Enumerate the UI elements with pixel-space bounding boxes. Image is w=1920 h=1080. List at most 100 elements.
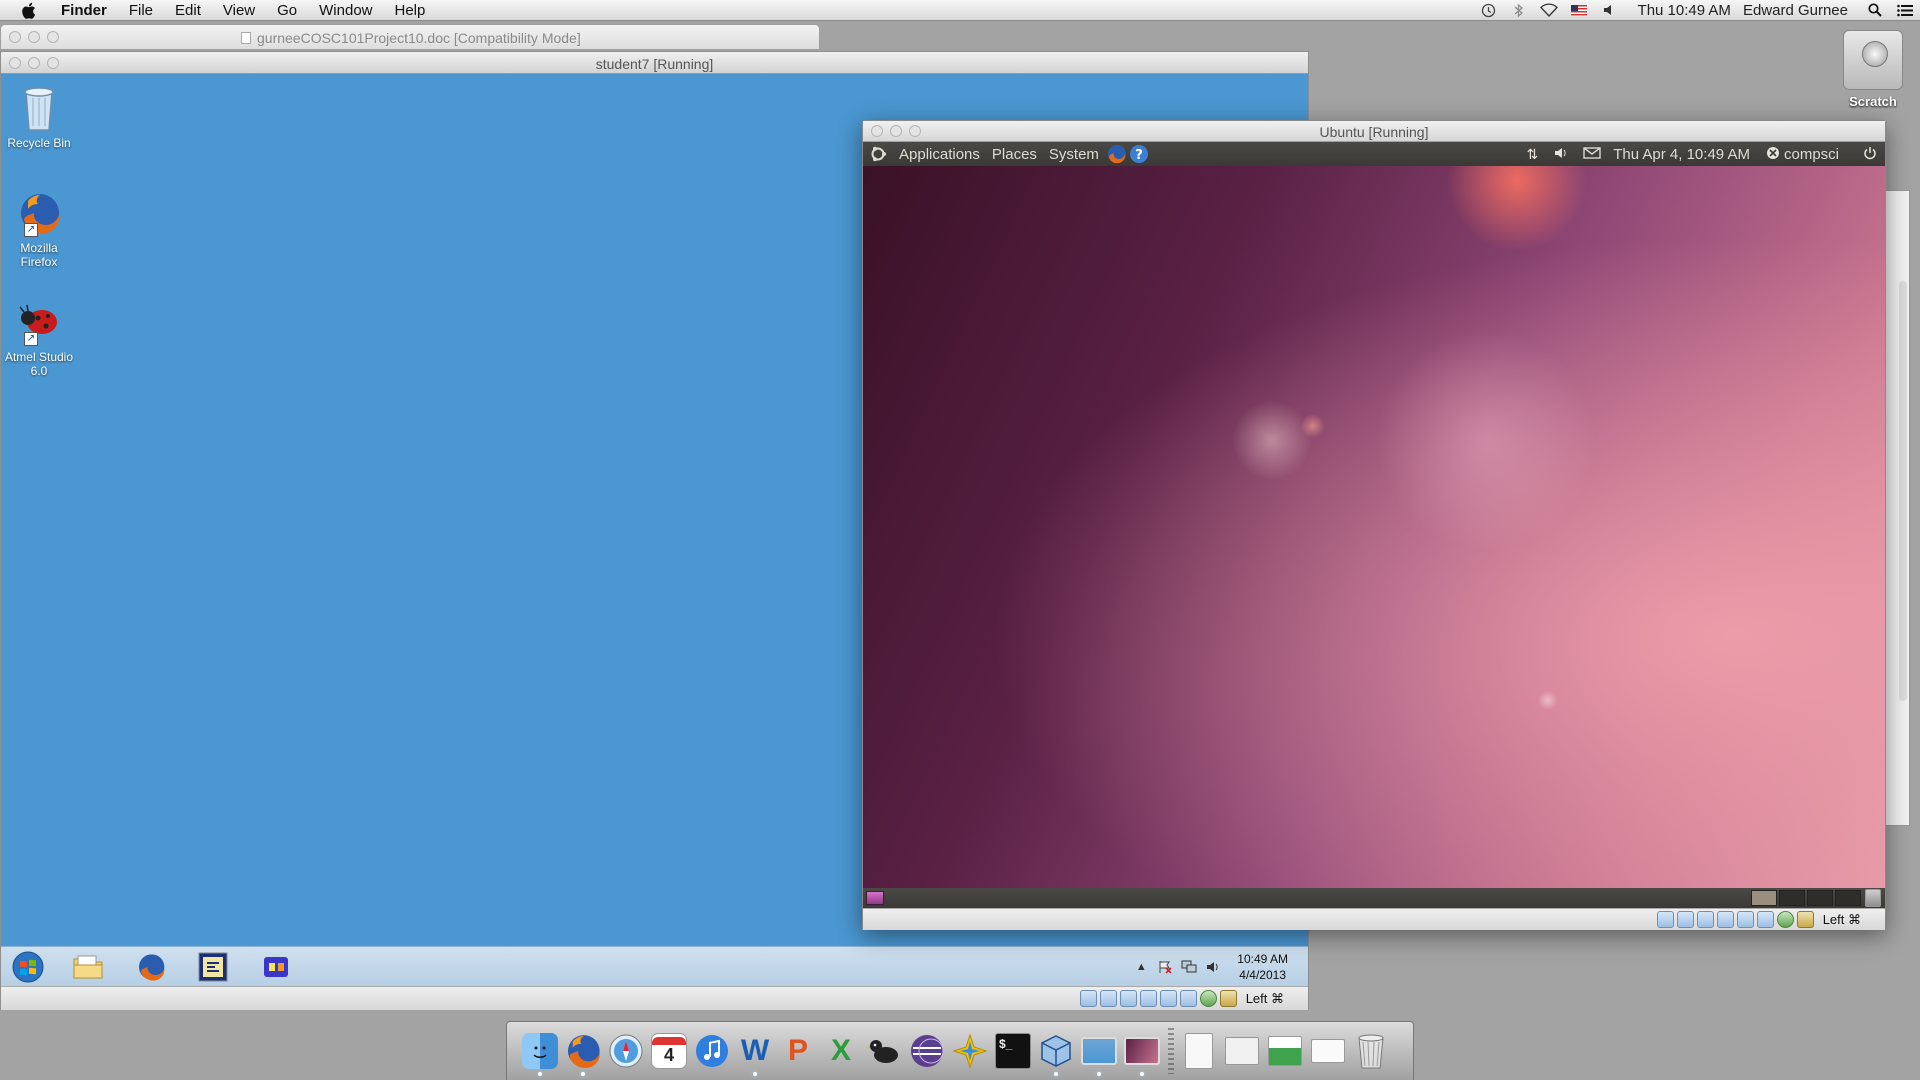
dock-downloads-stack[interactable] (1223, 1028, 1261, 1074)
mail-stack-icon (1311, 1039, 1345, 1063)
desktop-icon-firefox[interactable]: ↗ Mozilla Firefox (1, 189, 77, 269)
dock-mathematica[interactable] (951, 1028, 989, 1074)
us-flag-input-icon[interactable] (1570, 2, 1588, 18)
recycle-bin-label: Recycle Bin (7, 136, 71, 150)
taskbar-firefox-button[interactable] (130, 951, 172, 983)
background-window-edge[interactable] (1886, 190, 1910, 826)
shared-folders-status-icon[interactable] (1139, 990, 1157, 1007)
ubuntu-menu-system[interactable]: System (1043, 146, 1105, 163)
dock-terminal[interactable]: $_ (994, 1028, 1032, 1074)
show-hidden-icons-arrow-icon[interactable]: ▲ (1133, 959, 1149, 975)
ubuntu-clock[interactable]: Thu Apr 4, 10:49 AM (1613, 146, 1750, 163)
dock-cyberduck[interactable] (865, 1028, 903, 1074)
network-status-icon[interactable] (1736, 911, 1754, 928)
student7-titlebar[interactable]: student7 [Running] (1, 52, 1308, 74)
time-machine-icon[interactable] (1480, 2, 1498, 18)
ubuntu-vm-window[interactable]: Ubuntu [Running] Applications Places Sys… (862, 120, 1886, 930)
menu-go[interactable]: Go (266, 2, 308, 19)
dock-safari[interactable] (607, 1028, 645, 1074)
menu-edit[interactable]: Edit (164, 2, 212, 19)
dock-finder[interactable] (521, 1028, 559, 1076)
mail-icon[interactable] (1583, 146, 1601, 162)
zoom-button[interactable] (47, 31, 59, 43)
spotlight-search-icon[interactable] (1866, 2, 1884, 18)
ubuntu-user-menu[interactable]: compsci (1784, 146, 1839, 163)
desktop-icon-recycle-bin[interactable]: Recycle Bin (1, 84, 77, 150)
desktop-icon-atmel-studio[interactable]: ↗ Atmel Studio 6.0 (1, 298, 77, 378)
power-icon[interactable] (1863, 146, 1877, 163)
display-status-icon[interactable] (1756, 911, 1774, 928)
workspace-4[interactable] (1835, 890, 1861, 906)
recycle-bin-icon (16, 84, 62, 132)
volume-icon[interactable] (1554, 146, 1567, 162)
optical-drive-status-icon[interactable] (1099, 990, 1117, 1007)
menu-finder[interactable]: Finder (47, 2, 118, 19)
user-status-icon[interactable] (1766, 146, 1780, 163)
ubuntu-titlebar[interactable]: Ubuntu [Running] (863, 121, 1885, 142)
dock-virtualbox[interactable] (1037, 1028, 1075, 1076)
hard-disk-status-icon[interactable] (1079, 990, 1097, 1007)
scrollbar[interactable] (1899, 281, 1907, 701)
scratch-drive[interactable]: Scratch (1830, 30, 1916, 109)
workspace-1[interactable] (1751, 890, 1777, 906)
dock-ubuntu-vm[interactable] (1123, 1028, 1161, 1076)
show-desktop-icon[interactable] (866, 891, 884, 905)
menu-help[interactable]: Help (384, 2, 437, 19)
mouse-integration-icon[interactable] (1776, 911, 1794, 928)
word-document-window[interactable]: gurneeCOSC101Project10.doc [Compatibilit… (0, 24, 820, 50)
ubuntu-menu-places[interactable]: Places (986, 146, 1043, 163)
dock-firefox[interactable] (564, 1028, 602, 1076)
usb-status-icon[interactable] (1119, 990, 1137, 1007)
usb-status-icon[interactable] (1696, 911, 1714, 928)
dock-preview-stack[interactable] (1266, 1028, 1304, 1074)
windows-start-button[interactable] (7, 951, 49, 983)
notification-center-icon[interactable] (1896, 2, 1914, 18)
dock-word[interactable]: W (736, 1028, 774, 1076)
mouse-integration-icon[interactable] (1199, 990, 1217, 1007)
apple-menu-icon[interactable] (19, 1, 37, 19)
shared-folders-status-icon[interactable] (1716, 911, 1734, 928)
dock-calendar[interactable]: 4 (650, 1028, 688, 1074)
dock-documents-stack[interactable] (1180, 1028, 1218, 1074)
close-button[interactable] (9, 31, 21, 43)
optical-drive-status-icon[interactable] (1676, 911, 1694, 928)
dock-trash[interactable] (1352, 1028, 1390, 1074)
dock-eclipse[interactable] (908, 1028, 946, 1074)
ubuntu-desktop[interactable] (863, 166, 1885, 888)
workspace-3[interactable] (1807, 890, 1833, 906)
excel-icon: X (830, 1034, 851, 1067)
bluetooth-icon[interactable] (1510, 2, 1528, 18)
minimize-button[interactable] (28, 31, 40, 43)
trash-icon[interactable] (1865, 889, 1881, 907)
dock-powerpoint[interactable]: P (779, 1028, 817, 1074)
windows-clock[interactable]: 10:49 AM 4/4/2013 (1237, 951, 1288, 983)
action-center-flag-icon[interactable] (1157, 959, 1173, 975)
taskbar-dev-tool-button[interactable] (192, 951, 234, 983)
taskbar-dev-tool-2-button[interactable] (255, 951, 297, 983)
taskbar-explorer-button[interactable] (67, 951, 109, 983)
compiler-icon (264, 957, 288, 977)
menu-window[interactable]: Window (308, 2, 383, 19)
menu-user[interactable]: Edward Gurnee (1743, 2, 1848, 19)
dock-excel[interactable]: X (822, 1028, 860, 1074)
ubuntu-menu-applications[interactable]: Applications (893, 146, 986, 163)
network-status-icon[interactable] (1159, 990, 1177, 1007)
network-icon[interactable] (1181, 959, 1197, 975)
menu-clock[interactable]: Thu 10:49 AM (1638, 2, 1731, 19)
workspace-2[interactable] (1779, 890, 1805, 906)
display-status-icon[interactable] (1179, 990, 1197, 1007)
keyboard-capture-icon[interactable] (1796, 911, 1814, 928)
wifi-icon[interactable] (1539, 2, 1558, 18)
volume-icon[interactable] (1600, 2, 1618, 18)
help-icon[interactable]: ? (1129, 144, 1149, 164)
dock-itunes[interactable] (693, 1028, 731, 1074)
network-updown-icon[interactable]: ⇅ (1526, 146, 1538, 163)
dock-mail-stack[interactable] (1309, 1028, 1347, 1074)
dock-student7-vm[interactable] (1080, 1028, 1118, 1076)
speaker-icon[interactable] (1205, 959, 1221, 975)
hard-disk-status-icon[interactable] (1656, 911, 1674, 928)
keyboard-capture-icon[interactable] (1219, 990, 1237, 1007)
firefox-launcher-icon[interactable] (1107, 144, 1127, 164)
menu-file[interactable]: File (118, 2, 164, 19)
menu-view[interactable]: View (212, 2, 266, 19)
